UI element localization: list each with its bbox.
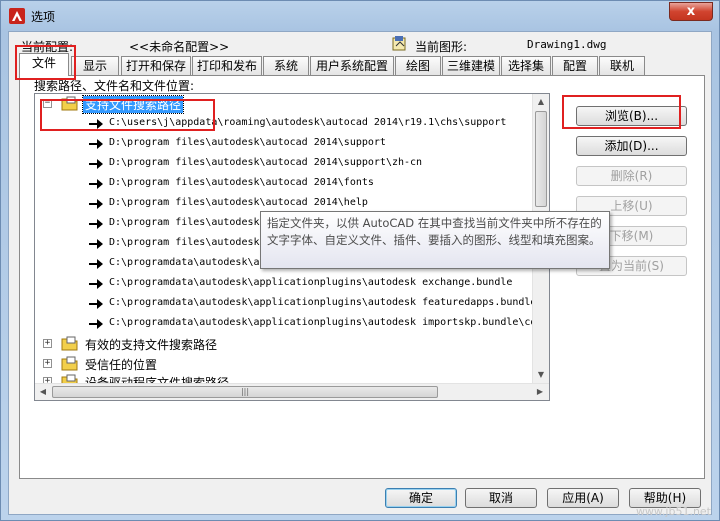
tab-label: 选择集: [507, 59, 544, 73]
dialog-client: 当前配置: <<未命名配置>> 当前图形: Drawing1.dwg 文件 显示…: [8, 31, 712, 515]
current-drawing-value: Drawing1.dwg: [527, 38, 607, 51]
path-text: D:\program files\autodesk\autocad 2014\s…: [109, 137, 386, 148]
tab-label: 联机: [609, 59, 634, 73]
tree-node-label: 受信任的位置: [85, 358, 158, 372]
tab-display[interactable]: 显示: [71, 56, 119, 75]
tree-node-label: 有效的支持文件搜索路径: [85, 338, 218, 352]
path-text: C:\users\j\appdata\roaming\autodesk\auto…: [109, 117, 507, 128]
collapse-icon[interactable]: −: [43, 99, 52, 108]
add-button[interactable]: 添加(D)...: [576, 136, 687, 156]
tab-profiles[interactable]: 配置: [552, 56, 598, 75]
arrow-right-icon: [89, 259, 103, 269]
tab-3d-modeling[interactable]: 三维建模: [442, 56, 500, 75]
arrow-right-icon: [89, 219, 103, 229]
tree-node-trusted-locations[interactable]: + 受信任的位置: [35, 354, 535, 374]
tree-node-effective-support-paths[interactable]: + 有效的支持文件搜索路径: [35, 334, 535, 354]
current-profile-value: <<未命名配置>>: [129, 40, 230, 54]
tab-label: 系统: [273, 59, 298, 73]
arrow-right-icon: [89, 159, 103, 169]
tree-path-item[interactable]: C:\programdata\autodesk\applicationplugi…: [35, 294, 537, 314]
tab-label: 打开和保存: [125, 59, 186, 73]
path-text: C:\programdata\autodesk\applicationplugi…: [109, 277, 513, 288]
folder-icon: [61, 336, 78, 351]
autocad-app-icon: [9, 8, 25, 24]
scroll-left-icon[interactable]: ◀: [35, 384, 51, 400]
expand-icon[interactable]: +: [43, 339, 52, 348]
search-paths-label: 搜索路径、文件名和文件位置:: [34, 79, 195, 93]
path-text: C:\programdata\autodesk\applicationplugi…: [109, 297, 537, 308]
tab-online[interactable]: 联机: [599, 56, 645, 75]
arrow-right-icon: [89, 279, 103, 289]
tab-user-preferences[interactable]: 用户系统配置: [310, 56, 394, 75]
close-button[interactable]: x: [669, 2, 713, 21]
cancel-button[interactable]: 取消: [465, 488, 537, 508]
tree-path-item[interactable]: D:\program files\autodesk\autocad 2014\s…: [35, 154, 535, 174]
tab-open-save[interactable]: 打开和保存: [121, 56, 191, 75]
expand-icon[interactable]: +: [43, 359, 52, 368]
tab-drafting[interactable]: 绘图: [395, 56, 441, 75]
arrow-right-icon: [89, 299, 103, 309]
tab-label: 配置: [562, 59, 587, 73]
apply-button[interactable]: 应用(A): [547, 488, 619, 508]
path-text: D:\program files\autodesk\autocad 2014\s…: [109, 157, 423, 168]
tab-label: 显示: [82, 59, 107, 73]
tree-path-item[interactable]: D:\program files\autodesk\autocad 2014\f…: [35, 174, 535, 194]
arrow-right-icon: [89, 179, 103, 189]
tree-path-item[interactable]: C:\users\j\appdata\roaming\autodesk\auto…: [35, 114, 535, 134]
folder-icon: [61, 96, 78, 111]
tree-path-item[interactable]: C:\programdata\autodesk\applicationplugi…: [35, 274, 535, 294]
tree-path-item[interactable]: C:\programdata\autodesk\applicationplugi…: [35, 314, 549, 334]
current-drawing-label: 当前图形:: [415, 40, 468, 54]
path-text: C:\programdata\autodesk\applicationplugi…: [109, 317, 550, 328]
tab-label: 三维建模: [446, 59, 495, 73]
tab-label: 文件: [31, 56, 56, 70]
files-tab-panel: 搜索路径、文件名和文件位置: − 支持文件搜索路径 C:\users\j\app…: [19, 75, 705, 479]
path-text: D:\program files\autodesk\autocad 2014\h…: [109, 197, 368, 208]
scrollbar-thumb[interactable]: |||: [52, 386, 438, 398]
folder-icon: [61, 356, 78, 371]
path-text: D:\program files\autodesk\autocad 2014\f…: [109, 177, 374, 188]
watermark-text: www.jb51.net: [635, 505, 711, 518]
tab-label: 绘图: [405, 59, 430, 73]
tab-label: 用户系统配置: [315, 59, 388, 73]
tab-system[interactable]: 系统: [263, 56, 309, 75]
scroll-up-icon[interactable]: ▲: [533, 94, 549, 110]
drawing-file-icon: [392, 36, 406, 51]
ok-button[interactable]: 确定: [385, 488, 457, 508]
tree-path-item[interactable]: D:\program files\autodesk\autocad 2014\s…: [35, 134, 535, 154]
arrow-right-icon: [89, 199, 103, 209]
browse-button[interactable]: 浏览(B)...: [576, 106, 687, 126]
arrow-right-icon: [89, 119, 103, 129]
window-title: 选项: [31, 10, 56, 24]
tab-label: 打印和发布: [196, 59, 257, 73]
scroll-right-icon[interactable]: ▶: [532, 384, 548, 400]
close-icon: x: [686, 4, 696, 19]
arrow-right-icon: [89, 239, 103, 249]
scroll-down-icon[interactable]: ▼: [533, 367, 549, 383]
tab-selection[interactable]: 选择集: [501, 56, 551, 75]
tab-plot-publish[interactable]: 打印和发布: [192, 56, 262, 75]
title-bar[interactable]: 选项 x: [1, 1, 719, 31]
tooltip: 指定文件夹，以供 AutoCAD 在其中查找当前文件夹中所不存在的文字字体、自定…: [260, 211, 610, 269]
tree-horizontal-scrollbar[interactable]: ◀ ||| ▶: [35, 383, 549, 400]
scrollbar-thumb[interactable]: [535, 111, 547, 207]
tree-node-label: 支持文件搜索路径: [81, 95, 185, 114]
arrow-right-icon: [89, 139, 103, 149]
arrow-right-icon: [89, 319, 103, 329]
tab-files[interactable]: 文件: [19, 53, 69, 76]
options-window: 选项 x 当前配置: <<未命名配置>> 当前图形: Drawing1.dwg …: [0, 0, 720, 521]
tree-node-support-paths[interactable]: − 支持文件搜索路径: [35, 94, 535, 114]
remove-button[interactable]: 删除(R): [576, 166, 687, 186]
